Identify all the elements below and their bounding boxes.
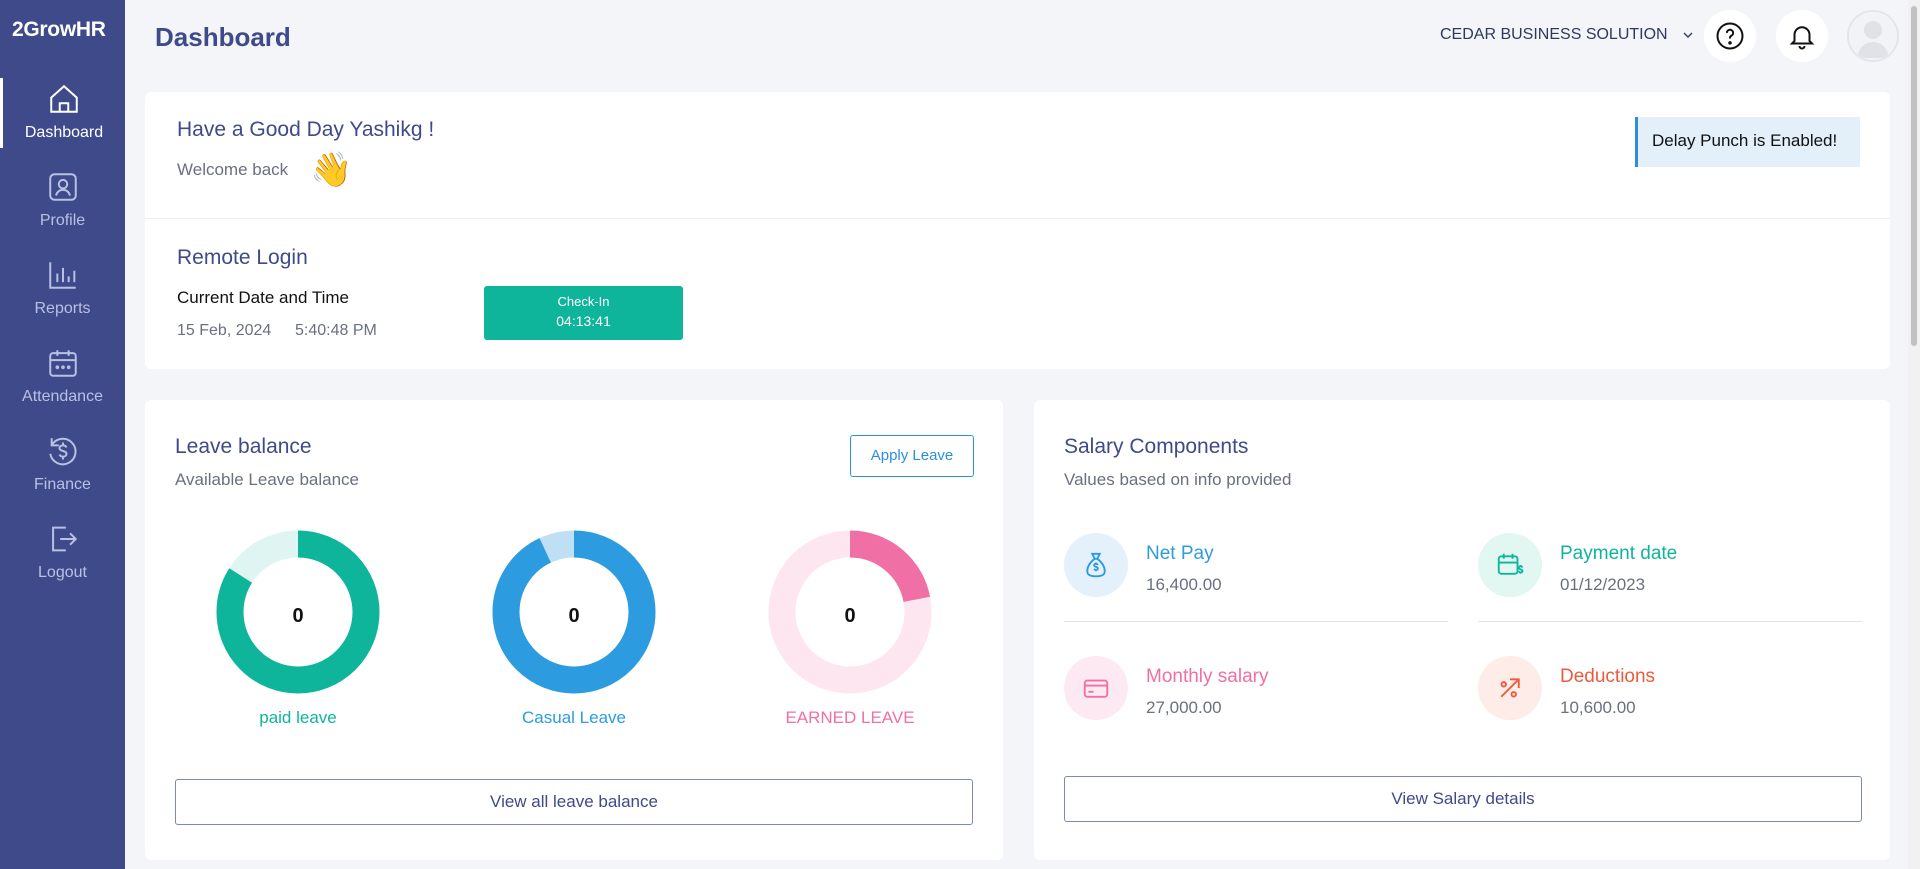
page-scrollbar[interactable] [1908, 0, 1920, 869]
current-date: 15 Feb, 2024 [177, 322, 272, 339]
welcome-card: Have a Good Day Yashikg ! Welcome back 👋… [145, 92, 1890, 369]
percent-arrow-icon [1478, 656, 1542, 720]
sidebar-item-label: Reports [34, 300, 91, 317]
paid-leave-value: 0 [292, 605, 304, 627]
deductions-label: Deductions [1560, 666, 1656, 687]
leave-balance-title: Leave balance [175, 435, 312, 458]
notifications-button[interactable] [1776, 10, 1828, 62]
sidebar-item-reports[interactable]: Reports [0, 254, 125, 324]
sidebar-item-label: Profile [39, 212, 86, 229]
sidebar-item-attendance[interactable]: Attendance [0, 342, 125, 412]
help-button[interactable] [1704, 10, 1756, 62]
monthly-salary-value: 27,000.00 [1146, 698, 1222, 717]
bar-chart-icon [48, 262, 76, 289]
check-in-time: 04:13:41 [556, 313, 611, 329]
scrollbar-thumb[interactable] [1911, 6, 1917, 346]
sidebar-item-label: Logout [38, 564, 87, 581]
current-time: 5:40:48 PM [295, 322, 377, 339]
bell-icon [1789, 26, 1815, 50]
delay-punch-badge: Delay Punch is Enabled! [1635, 117, 1860, 167]
net-pay-item: Net Pay 16,400.00 [1064, 533, 1448, 633]
net-pay-value: 16,400.00 [1146, 575, 1222, 594]
deductions-item: Deductions 10,600.00 [1478, 656, 1862, 756]
waving-hand-icon: 👋 [310, 151, 353, 189]
greeting-text: Have a Good Day Yashikg ! [177, 118, 435, 141]
deductions-value: 10,600.00 [1560, 698, 1636, 717]
net-pay-label: Net Pay [1146, 543, 1214, 564]
company-selector[interactable]: CEDAR BUSINESS SOLUTION [1440, 26, 1696, 44]
leave-balance-subtitle: Available Leave balance [175, 470, 359, 489]
current-datetime-label: Current Date and Time [177, 288, 349, 307]
avatar[interactable] [1847, 10, 1899, 62]
check-in-label: Check-In [557, 294, 610, 309]
sidebar-item-logout[interactable]: Logout [0, 518, 125, 588]
paid-leave-label: paid leave [259, 708, 337, 727]
chevron-down-icon [1683, 32, 1693, 38]
divider [145, 218, 1890, 219]
sidebar-item-profile[interactable]: Profile [0, 166, 125, 236]
logout-icon [51, 526, 77, 552]
finance-icon [48, 437, 77, 466]
salary-components-card: Salary Components Values based on info p… [1034, 400, 1890, 860]
user-avatar-icon [1849, 12, 1897, 60]
home-icon [50, 84, 78, 113]
sidebar-item-dashboard[interactable]: Dashboard [0, 78, 125, 148]
app-logo[interactable]: 2GrowHR [12, 18, 106, 42]
page-title: Dashboard [155, 22, 291, 52]
earned-leave-value: 0 [844, 605, 856, 627]
apply-leave-button[interactable]: Apply Leave [850, 435, 974, 477]
credit-card-icon [1064, 656, 1128, 720]
casual-leave-label: Casual Leave [522, 708, 626, 727]
payment-date-value: 01/12/2023 [1560, 575, 1646, 594]
monthly-salary-label: Monthly salary [1146, 666, 1269, 687]
leave-balance-card: Leave balance Available Leave balance Ap… [145, 400, 1003, 860]
divider [1478, 621, 1862, 622]
sidebar-item-label: Attendance [22, 388, 103, 405]
view-salary-details-button[interactable]: View Salary details [1064, 776, 1862, 822]
salary-title: Salary Components [1064, 435, 1249, 458]
payment-date-item: Payment date 01/12/2023 [1478, 533, 1862, 633]
sidebar: 2GrowHR Dashboard Profile Reports Attend… [0, 0, 125, 869]
check-in-button[interactable]: Check-In 04:13:41 [484, 286, 683, 340]
profile-icon [48, 173, 77, 201]
company-name: CEDAR BUSINESS SOLUTION [1440, 26, 1668, 43]
sidebar-item-label: Dashboard [24, 124, 104, 141]
salary-subtitle: Values based on info provided [1064, 470, 1292, 489]
divider [1064, 621, 1448, 622]
money-bag-icon [1064, 533, 1128, 597]
welcome-text: Welcome back [177, 160, 289, 179]
sidebar-item-label: Finance [34, 476, 91, 493]
sidebar-item-finance[interactable]: Finance [0, 430, 125, 500]
remote-login-title: Remote Login [177, 246, 308, 269]
help-icon [1716, 22, 1744, 50]
earned-leave-label: EARNED LEAVE [785, 708, 915, 727]
view-all-leave-button[interactable]: View all leave balance [175, 779, 973, 825]
casual-leave-value: 0 [568, 605, 580, 627]
monthly-salary-item: Monthly salary 27,000.00 [1064, 656, 1448, 756]
payment-date-label: Payment date [1560, 543, 1678, 564]
payment-calendar-icon [1478, 533, 1542, 597]
calendar-icon [48, 350, 77, 377]
